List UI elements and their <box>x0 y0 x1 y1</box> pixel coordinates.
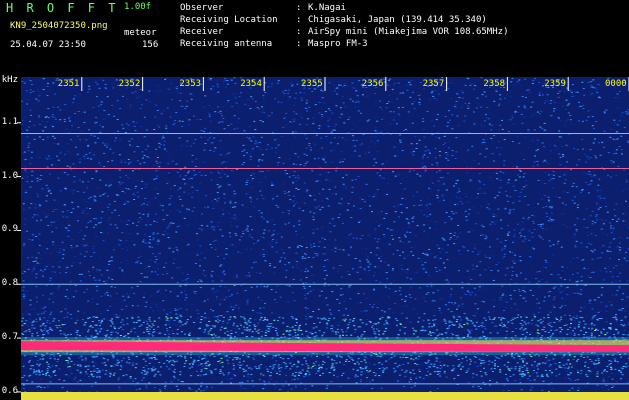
y-tick-label: 0.8 <box>1 278 18 289</box>
y-tick-label: 1.0 <box>1 170 18 181</box>
time-marker-label: 2352 <box>118 79 141 89</box>
time-marker-label: 2353 <box>179 79 202 89</box>
time-marker-label: 2359 <box>544 79 566 89</box>
y-tick-label: 0.7 <box>1 332 18 343</box>
time-marker-label: 0000 <box>605 79 627 89</box>
time-marker-label: 2354 <box>240 79 262 89</box>
y-tick-label: 1.1 <box>1 116 18 127</box>
time-marker-label: 2355 <box>301 79 323 89</box>
hroftt-window: H R O F F T 1.00f KN9_2504072350.png met… <box>0 0 629 400</box>
y-tick-label: 0.9 <box>1 224 18 235</box>
signal-band <box>21 337 629 356</box>
spectrogram <box>17 77 629 400</box>
time-marker-label: 2357 <box>422 79 445 89</box>
bottom-strip <box>21 392 629 400</box>
time-marker-label: 2356 <box>361 79 384 89</box>
time-marker-label: 2351 <box>57 79 80 89</box>
time-marker-label: 2358 <box>483 79 506 89</box>
y-tick-label: 0.6 <box>1 385 18 396</box>
y-axis-unit: kHz <box>1 75 18 85</box>
